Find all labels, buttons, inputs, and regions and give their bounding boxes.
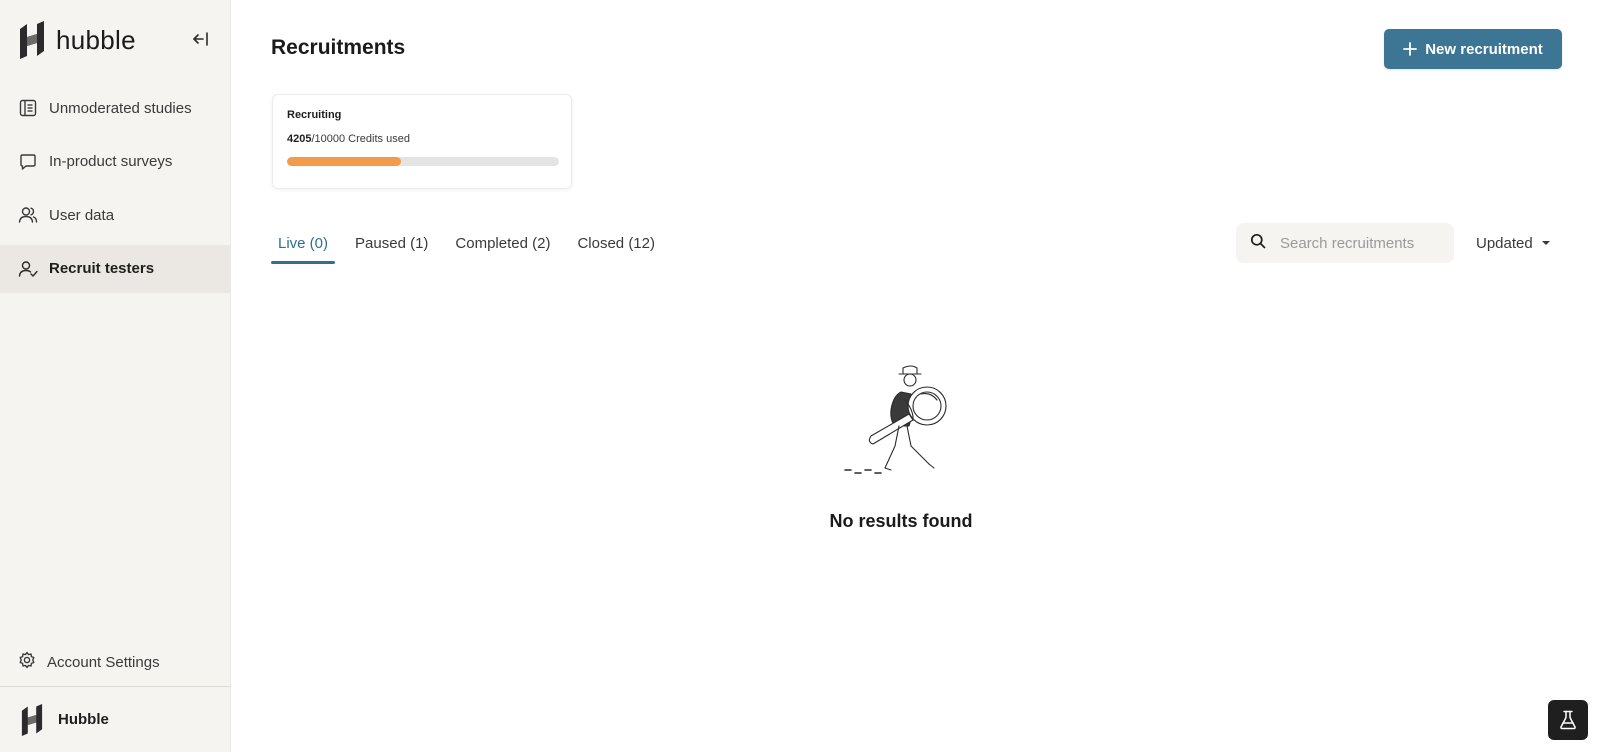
- brand[interactable]: hubble: [18, 20, 136, 60]
- page-title: Recruitments: [271, 36, 406, 59]
- credits-card-title: Recruiting: [287, 109, 342, 121]
- sort-dropdown[interactable]: Updated: [1476, 230, 1551, 256]
- credits-total-text: /10000 Credits used: [311, 133, 410, 145]
- sidebar-item-label: In-product surveys: [49, 153, 173, 170]
- sidebar-item-in-product-surveys[interactable]: In-product surveys: [0, 138, 231, 186]
- detective-illustration-icon: [844, 365, 947, 474]
- search-input[interactable]: [1280, 234, 1430, 252]
- tab-completed[interactable]: Completed (2): [448, 222, 557, 264]
- caret-down-icon: [1541, 240, 1551, 246]
- collapse-arrow-icon: [193, 32, 208, 46]
- brand-name: hubble: [56, 24, 136, 55]
- sidebar-item-label: Unmoderated studies: [49, 99, 192, 117]
- users-icon: [18, 205, 38, 225]
- hubble-logo-icon: [20, 21, 44, 59]
- sidebar-item-label: User data: [49, 206, 115, 224]
- sidebar-item-unmoderated-studies[interactable]: Unmoderated studies: [0, 84, 231, 132]
- workspace-switcher[interactable]: Hubble: [0, 687, 231, 752]
- sort-selected-label: Updated: [1476, 234, 1533, 252]
- lab-floating-button[interactable]: [1548, 700, 1588, 740]
- tab-live[interactable]: Live (0): [271, 222, 336, 264]
- gear-icon: [18, 651, 36, 674]
- status-tabs: Live (0) Paused (1) Completed (2) Closed…: [271, 222, 675, 264]
- sidebar-item-user-data[interactable]: User data: [0, 191, 231, 239]
- credits-used-value: 4205: [287, 133, 312, 145]
- workspace-name: Hubble: [58, 711, 109, 728]
- chat-bubble-icon: [18, 152, 38, 172]
- empty-state-message: No results found: [829, 511, 973, 531]
- tab-closed[interactable]: Closed (12): [570, 222, 662, 264]
- empty-state: No results found: [821, 364, 981, 532]
- search-box: [1236, 223, 1454, 263]
- studies-icon: [18, 98, 38, 118]
- sidebar-nav: Unmoderated studies In-product surveys U…: [0, 84, 231, 298]
- sidebar-item-account-settings[interactable]: Account Settings: [0, 638, 231, 686]
- hubble-logo-icon: [21, 703, 43, 736]
- credits-progress-bar: [287, 157, 559, 166]
- credits-card: Recruiting 4205/10000 Credits used: [272, 94, 572, 189]
- flask-icon: [1560, 710, 1576, 730]
- user-check-icon: [18, 259, 38, 279]
- sidebar: hubble Unmoderated studies In-product su…: [0, 0, 231, 752]
- sidebar-item-recruit-testers[interactable]: Recruit testers: [0, 244, 231, 293]
- new-recruitment-button[interactable]: New recruitment: [1384, 29, 1562, 69]
- collapse-sidebar-button[interactable]: [188, 26, 214, 52]
- plus-icon: [1403, 42, 1418, 56]
- search-icon: [1250, 233, 1266, 254]
- tab-paused[interactable]: Paused (1): [348, 222, 435, 264]
- sidebar-item-label: Account Settings: [47, 653, 160, 671]
- new-recruitment-label: New recruitment: [1425, 40, 1543, 58]
- credits-progress-fill: [287, 157, 402, 166]
- credits-usage: 4205/10000 Credits used: [287, 133, 557, 145]
- sidebar-item-label: Recruit testers: [49, 260, 155, 277]
- main-content: Recruitments New recruitment Recruiting …: [231, 0, 1600, 752]
